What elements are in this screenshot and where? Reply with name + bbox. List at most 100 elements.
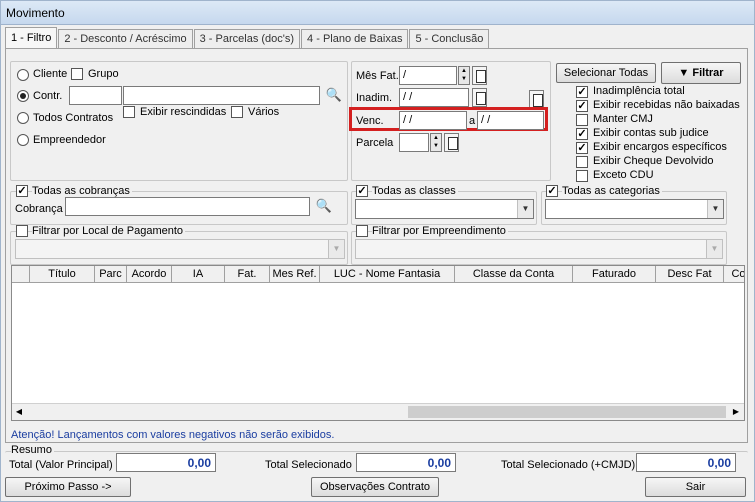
option-checkbox[interactable] <box>576 156 588 168</box>
mes-fat-doc-icon[interactable] <box>472 66 487 85</box>
todas-categorias-checkbox[interactable]: ✓ <box>546 185 558 197</box>
classes-dropdown-icon: ▼ <box>517 200 533 218</box>
filtrar-empreendimento-checkbox[interactable] <box>356 225 368 237</box>
contr-code-input[interactable] <box>69 86 122 105</box>
total-cmjd-label: Total Selecionado (+CMJD) <box>501 459 636 471</box>
grid-column-header[interactable]: Título <box>30 266 95 283</box>
todas-cobrancas-label: Todas as cobranças <box>32 185 132 197</box>
window: Movimento 1 - Filtro 2 - Desconto / Acré… <box>0 0 755 502</box>
empreendedor-label: Empreendedor <box>33 134 106 146</box>
observacoes-contrato-button[interactable]: Observações Contrato <box>311 477 439 497</box>
contr-label: Contr. <box>33 90 63 102</box>
inadim-input[interactable]: / / <box>399 88 469 107</box>
venc-separator: a <box>469 115 476 127</box>
venc-from-input[interactable]: / / <box>399 111 467 130</box>
scroll-left-icon[interactable]: ◀ <box>12 404 26 420</box>
todos-contratos-radio[interactable] <box>17 112 29 124</box>
grid-column-header[interactable]: Fat. <box>225 266 270 283</box>
scroll-right-icon[interactable]: ▶ <box>729 404 743 420</box>
local-pagamento-combo[interactable]: ▼ <box>15 239 345 259</box>
title-bar: Movimento <box>1 1 754 25</box>
inadim-doc-icon[interactable] <box>472 88 487 107</box>
filter-button[interactable]: ▼ Filtrar <box>661 62 741 84</box>
grid-column-header[interactable]: Classe da Conta <box>455 266 573 283</box>
option-checkbox[interactable]: ✓ <box>576 100 588 112</box>
scroll-thumb[interactable] <box>408 406 726 418</box>
parcela-label: Parcela <box>356 137 394 149</box>
tab-desconto[interactable]: 2 - Desconto / Acréscimo <box>58 29 193 48</box>
exit-button[interactable]: Sair <box>645 477 746 497</box>
grid-column-header[interactable]: Acordo <box>127 266 172 283</box>
results-grid[interactable]: Título Parc Acordo IA Fat. Mes Ref. LUC - Nome… <box>11 265 745 421</box>
funnel-icon: ▼ <box>678 67 690 79</box>
tab-parcelas[interactable]: 3 - Parcelas (doc's) <box>193 29 301 48</box>
todas-categorias-label: Todas as categorias <box>562 185 662 197</box>
grid-column-header[interactable]: Co <box>724 266 744 283</box>
filter-panel: Cliente Grupo Contr. 🔍 Todos Contratos E… <box>5 48 748 443</box>
tab-plano-baixas[interactable]: 4 - Plano de Baixas <box>301 29 409 48</box>
contr-radio[interactable] <box>17 90 29 102</box>
next-step-button[interactable]: Próximo Passo -> <box>5 477 131 497</box>
option-label: Exibir recebidas não baixadas <box>593 99 740 111</box>
mes-fat-spinner[interactable]: ▲ ▼ <box>458 66 470 85</box>
grid-column-header[interactable]: Parc <box>95 266 127 283</box>
horizontal-scrollbar[interactable]: ◀ ▶ <box>12 403 744 420</box>
grupo-label: Grupo <box>88 68 119 80</box>
option-label: Exceto CDU <box>593 169 654 181</box>
search-contract-icon[interactable]: 🔍 <box>323 86 345 105</box>
cobranca-input[interactable] <box>65 197 310 216</box>
grid-column-header[interactable]: Faturado <box>573 266 656 283</box>
empreendimento-dropdown-icon: ▼ <box>706 240 722 258</box>
cliente-label: Cliente <box>33 68 68 80</box>
grid-row-indicator-header <box>12 266 30 283</box>
option-checkbox[interactable] <box>576 114 588 126</box>
grid-column-header[interactable]: LUC - Nome Fantasia <box>320 266 455 283</box>
empreendedor-radio[interactable] <box>17 134 29 146</box>
cliente-radio[interactable] <box>17 69 29 81</box>
select-all-button[interactable]: Selecionar Todas <box>556 63 656 83</box>
total-principal-value: 0,00 <box>116 453 216 472</box>
parcela-input[interactable] <box>399 133 429 152</box>
filtrar-local-label: Filtrar por Local de Pagamento <box>32 225 186 237</box>
todas-classes-checkbox[interactable]: ✓ <box>356 185 368 197</box>
search-cobranca-icon[interactable]: 🔍 <box>313 197 335 216</box>
grid-column-header[interactable]: Mes Ref. <box>270 266 320 283</box>
filter-button-label: Filtrar <box>692 67 724 79</box>
option-label: Inadimplência total <box>593 85 685 97</box>
option-label: Exibir contas sub judice <box>593 127 709 139</box>
parcela-spinner[interactable]: ▲ ▼ <box>430 133 442 152</box>
inadim-label: Inadim. <box>356 92 393 104</box>
option-checkbox[interactable] <box>576 170 588 182</box>
option-label: Manter CMJ <box>593 113 653 125</box>
option-checkbox[interactable]: ✓ <box>576 86 588 98</box>
grid-column-header[interactable]: Desc Fat <box>656 266 724 283</box>
tab-filtro[interactable]: 1 - Filtro <box>5 27 58 48</box>
filtrar-local-checkbox[interactable] <box>16 225 28 237</box>
exibir-rescindidas-checkbox[interactable] <box>123 106 135 118</box>
categorias-dropdown-icon: ▼ <box>707 200 723 218</box>
filtrar-empreendimento-label: Filtrar por Empreendimento <box>372 225 508 237</box>
total-cmjd-value: 0,00 <box>636 453 736 472</box>
empreendimento-combo[interactable]: ▼ <box>355 239 723 259</box>
tab-conclusao[interactable]: 5 - Conclusão <box>409 29 490 48</box>
categorias-combo[interactable]: ▼ <box>545 199 724 219</box>
todas-cobrancas-checkbox[interactable]: ✓ <box>16 185 28 197</box>
grid-column-header[interactable]: IA <box>172 266 225 283</box>
mes-fat-input[interactable]: / <box>399 66 457 85</box>
total-selecionado-label: Total Selecionado <box>265 459 352 471</box>
classes-combo[interactable]: ▼ <box>355 199 534 219</box>
tab-strip: 1 - Filtro 2 - Desconto / Acréscimo 3 - … <box>5 27 490 49</box>
option-checkbox[interactable]: ✓ <box>576 142 588 154</box>
grid-header: Título Parc Acordo IA Fat. Mes Ref. LUC - Nome… <box>12 266 744 283</box>
venc-to-input[interactable]: / / <box>477 111 544 130</box>
contr-name-input[interactable] <box>123 86 320 105</box>
varios-label: Vários <box>248 106 280 118</box>
mes-fat-label: Mês Fat. <box>356 70 399 82</box>
cobranca-label: Cobrança <box>15 203 63 215</box>
grupo-checkbox[interactable] <box>71 68 83 80</box>
parcela-doc-icon[interactable] <box>444 133 459 152</box>
varios-checkbox[interactable] <box>231 106 243 118</box>
resumo-title: Resumo <box>11 444 54 456</box>
todos-contratos-label: Todos Contratos <box>33 112 114 124</box>
option-checkbox[interactable]: ✓ <box>576 128 588 140</box>
